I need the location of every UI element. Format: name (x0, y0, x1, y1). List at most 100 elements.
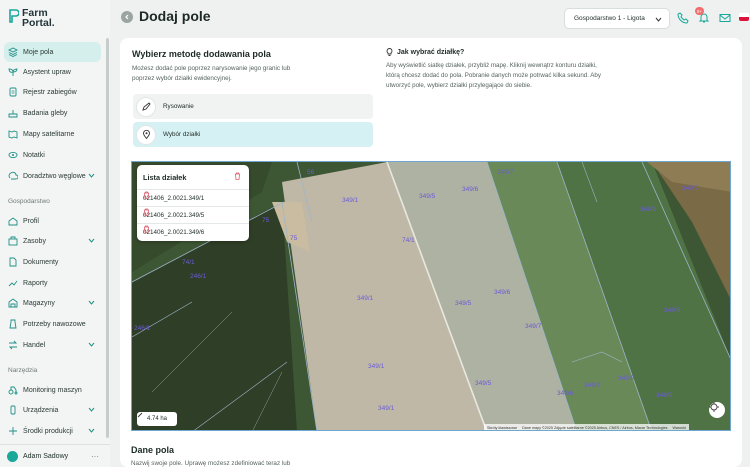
method-option-parcel[interactable]: Wybór działki (133, 122, 373, 147)
parcel-list-title: Lista działek (143, 173, 187, 182)
header: Dodaj pole Gospodarstwo 1 - Ligota 9+ (110, 0, 750, 36)
area-value: 4.74 ha (146, 416, 168, 422)
parcel-label: 349/6 (462, 186, 479, 193)
sidebar-item-urzadzenia[interactable]: Urządzenia (4, 400, 101, 420)
trash-icon[interactable] (234, 172, 241, 180)
crosshair-icon (709, 402, 719, 412)
parcel-row[interactable]: 021406_2.0021.349/1 (143, 191, 243, 205)
page-title: Dodaj pole (139, 8, 211, 24)
sidebar-item-moje-pola[interactable]: Moje pola (4, 42, 101, 62)
field-icon (8, 47, 18, 57)
more-icon[interactable]: ··· (91, 452, 99, 461)
resources-icon (8, 236, 18, 246)
notification-badge: 9+ (695, 7, 704, 15)
trash-icon[interactable] (143, 191, 150, 199)
sidebar-item-label: Monitoring maszyn (23, 386, 82, 394)
user-name: Adam Sadowy (23, 452, 69, 460)
sidebar-item-doradztwo[interactable]: Doradztwo węglowe (4, 166, 101, 186)
sidebar-item-badania-gleby[interactable]: Badania gleby (4, 103, 101, 123)
farm-select-value: Gospodarstwo 1 - Ligota (574, 15, 645, 22)
chevron-left-icon (125, 14, 129, 20)
sidebar-scrollbar[interactable] (106, 38, 109, 438)
sidebar-item-monitoring[interactable]: Monitoring maszyn (4, 380, 101, 400)
parcel-row[interactable]: 021406_2.0021.349/5 (143, 208, 243, 222)
back-button[interactable] (121, 11, 133, 23)
sidebar-item-label: Magazyny (23, 299, 55, 307)
language-flag-icon[interactable] (739, 13, 749, 21)
parcel-row[interactable]: 021406_2.0021.349/6 (143, 225, 243, 239)
ruler-icon (137, 412, 143, 418)
locate-button[interactable] (709, 402, 725, 418)
sidebar-item-mapy-satelitarne[interactable]: Mapy satelitarne (4, 124, 101, 144)
sidebar-item-potrzeby[interactable]: Potrzeby nawozowe (4, 314, 101, 334)
devices-icon (8, 405, 18, 415)
parcel-label: 349/1 (342, 197, 359, 204)
parcel-label: 349/5 (475, 380, 492, 387)
parcel-label: 349/5 (419, 193, 436, 200)
map-attribution: Skróty klawiszowe Dane mapy ©2025 Zdjęci… (484, 424, 689, 430)
sidebar-item-label: Zasoby (23, 237, 46, 245)
method-description: Możesz dodać pole poprzez narysowanie je… (132, 65, 291, 82)
parcel-label: 349/7 (525, 323, 542, 330)
sidebar-item-label: Moje pola (23, 48, 54, 56)
sidebar-item-label: Notatki (23, 151, 45, 159)
sidebar-item-label: Handel (23, 341, 46, 349)
machine-icon (8, 385, 18, 395)
user-menu[interactable]: Adam Sadowy ··· (0, 444, 110, 467)
parcel-label: 56 (307, 169, 315, 176)
help-title-text: Jak wybrać działkę? (397, 48, 465, 56)
sidebar-item-label: Rejestr zabiegów (23, 88, 77, 96)
sidebar-item-label: Badania gleby (23, 109, 68, 117)
phone-icon[interactable] (677, 12, 689, 24)
area-badge: 4.74 ha (137, 412, 177, 426)
section-gospodarstwo: Gospodarstwo (8, 198, 50, 205)
parcel-label: 74/1 (402, 237, 415, 244)
terms-link[interactable]: Warunki (673, 426, 686, 430)
parcel-id: 021406_2.0021.349/6 (143, 228, 205, 236)
farm-select[interactable]: Gospodarstwo 1 - Ligota (564, 8, 670, 29)
sidebar-item-dokumenty[interactable]: Dokumenty (4, 252, 101, 272)
field-details-subtitle: Nazwij swoje pole. Uprawę możesz zdefini… (131, 460, 291, 467)
trash-icon[interactable] (143, 208, 150, 216)
method-title: Wybierz metodę dodawania pola (132, 49, 271, 59)
parcel-label: 349/5 (455, 300, 472, 307)
sidebar-item-notatki[interactable]: Notatki (4, 145, 101, 165)
parcel-id: 021406_2.0021.349/1 (143, 194, 205, 202)
logo[interactable]: Farm Portal. (9, 8, 55, 28)
chevron-down-icon (88, 342, 95, 347)
sidebar-item-srodki[interactable]: Środki produkcji (4, 421, 101, 441)
satellite-map[interactable]: 56 75 75 349/6 349/7 349/9 349/8 349/1 3… (131, 161, 731, 431)
logo-line2: Portal. (22, 17, 55, 29)
parcel-label: 349/9 (656, 392, 673, 399)
sidebar-item-handel[interactable]: Handel (4, 335, 101, 355)
keyboard-shortcuts-link[interactable]: Skróty klawiszowe (487, 426, 517, 430)
trash-icon[interactable] (143, 225, 150, 233)
sidebar-item-raporty[interactable]: Raporty (4, 273, 101, 293)
pencil-icon (136, 96, 156, 117)
sidebar-item-magazyny[interactable]: Magazyny (4, 293, 101, 313)
parcel-label: 246/1 (134, 325, 151, 332)
parcel-label: 349/1 (357, 295, 374, 302)
sidebar-item-rejestr[interactable]: Rejestr zabiegów (4, 82, 101, 102)
parcel-label: 349/7 (497, 169, 514, 176)
sidebar: Farm Portal. Moje pola Asystent upraw Rej… (0, 0, 110, 467)
reports-icon (8, 278, 18, 288)
sidebar-item-label: Profil (23, 217, 39, 225)
chevron-down-icon (88, 428, 95, 433)
help-title: Jak wybrać działkę? (386, 48, 464, 56)
location-pin-icon (136, 124, 156, 145)
parcel-label: 75 (262, 217, 270, 224)
sidebar-item-zasoby[interactable]: Zasoby (4, 231, 101, 251)
chevron-down-icon (88, 173, 95, 178)
soil-icon (8, 108, 18, 118)
mail-icon[interactable] (719, 12, 731, 24)
chevron-down-icon (88, 238, 95, 243)
method-option-drawing[interactable]: Rysowanie (133, 94, 373, 119)
logo-icon (9, 9, 19, 23)
chevron-down-icon (655, 17, 662, 22)
sidebar-item-label: Mapy satelitarne (23, 130, 75, 138)
sidebar-item-profil[interactable]: Profil (4, 211, 101, 231)
sidebar-item-asystent-upraw[interactable]: Asystent upraw (4, 62, 101, 82)
carbon-icon (8, 171, 18, 181)
chevron-down-icon (88, 300, 95, 305)
